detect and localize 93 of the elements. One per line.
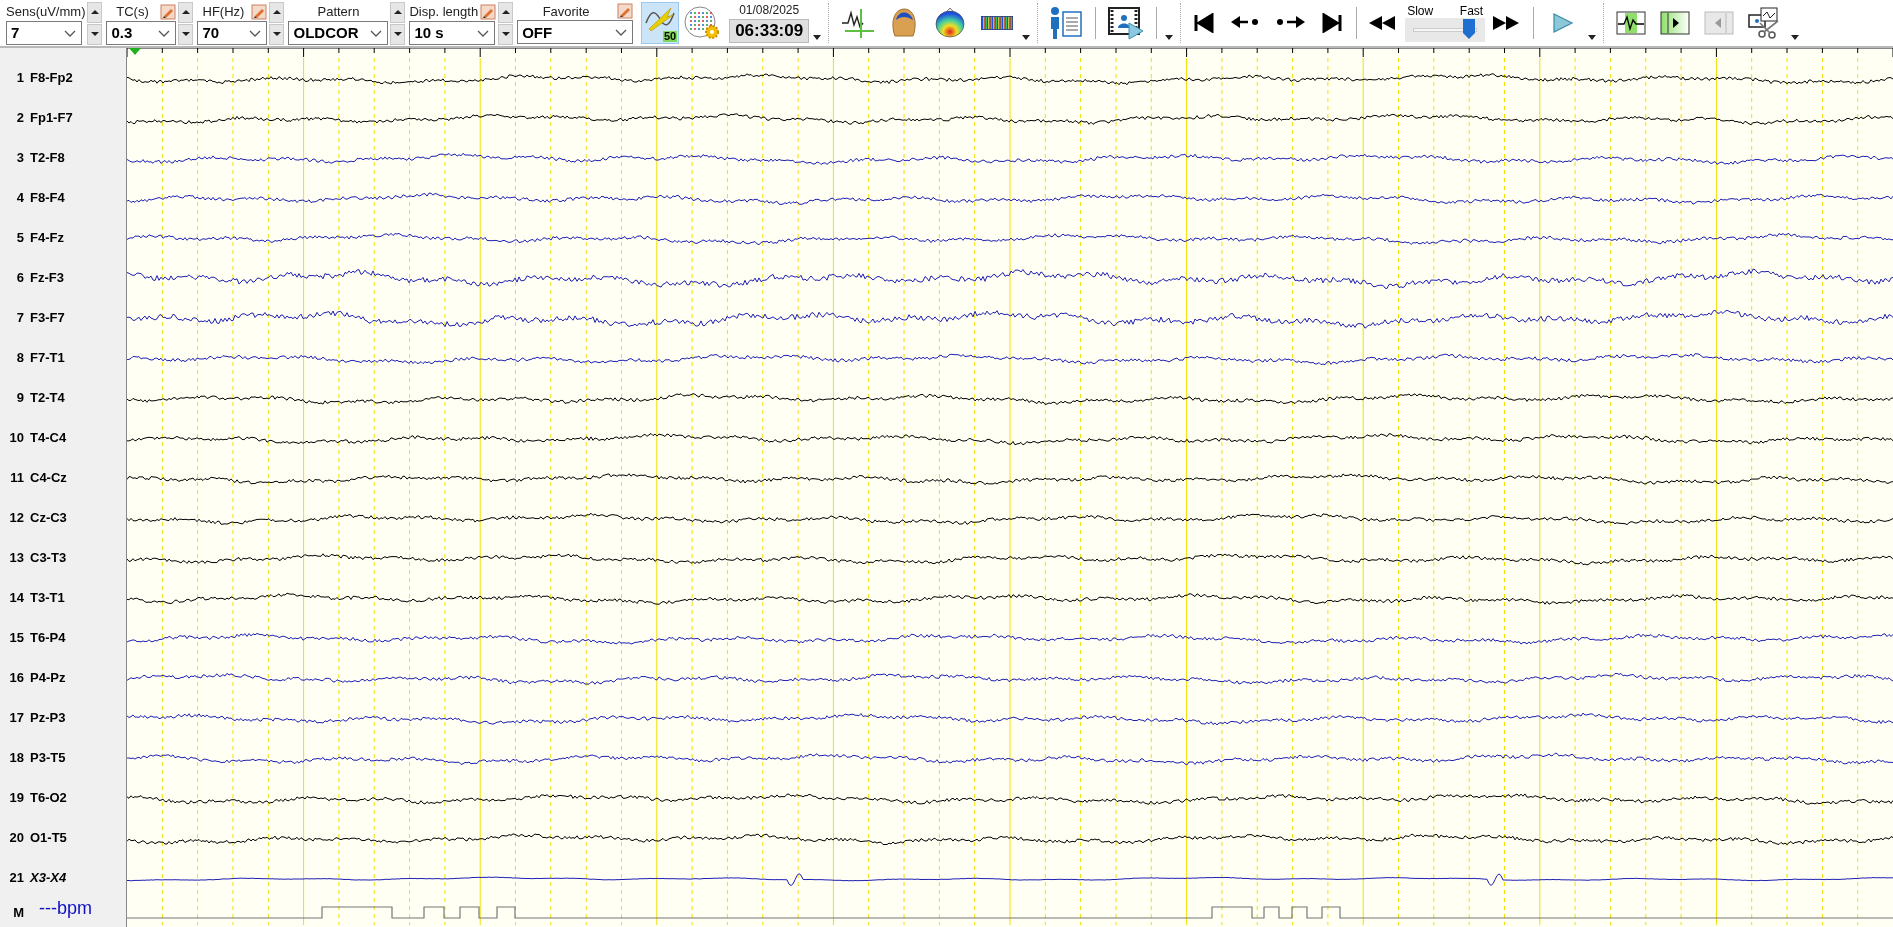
channel-number: 14 xyxy=(8,589,25,608)
dropdown-arrow-icon[interactable] xyxy=(1165,35,1174,40)
waveform-cursor-icon[interactable] xyxy=(841,7,876,39)
spectrogram-icon[interactable] xyxy=(981,16,1014,30)
notch-filter-button[interactable]: 50 xyxy=(641,2,680,44)
channel-name: P3-T5 xyxy=(29,749,66,768)
spin-down-button[interactable] xyxy=(178,23,194,45)
dropdown-field[interactable]: 0.3 xyxy=(106,20,177,45)
channel-name: F8-Fp2 xyxy=(29,69,73,88)
channel-name: Fz-F3 xyxy=(29,269,64,288)
channel-name: C3-T3 xyxy=(29,549,67,568)
dropdown-field[interactable]: 7 xyxy=(6,20,82,45)
spin-down-button[interactable] xyxy=(498,23,514,45)
dropdown-arrow-icon[interactable] xyxy=(1588,35,1597,40)
skip-to-end-icon[interactable] xyxy=(1322,13,1343,33)
waveform-window-icon[interactable] xyxy=(1616,11,1647,35)
channel-number: 13 xyxy=(8,549,25,568)
spin-down-button[interactable] xyxy=(87,23,103,45)
channel-name: P4-Pz xyxy=(29,669,66,688)
channel-number: 15 xyxy=(8,629,25,648)
channel-number: 10 xyxy=(8,429,25,448)
channel-number: 9 xyxy=(15,389,25,408)
spin-up-button[interactable] xyxy=(498,1,514,23)
channel-name: T2-F8 xyxy=(29,149,65,168)
channel-number: 12 xyxy=(8,509,25,528)
page-forward-icon[interactable] xyxy=(1660,11,1691,35)
channel-number: 16 xyxy=(8,669,25,688)
dropdown-field[interactable]: OFF xyxy=(517,20,634,44)
dropdown-arrow-icon[interactable] xyxy=(1022,35,1031,40)
channel-number: 1 xyxy=(15,69,25,88)
channel-name: F4-Fz xyxy=(29,229,64,248)
slider-thumb[interactable] xyxy=(1463,18,1475,39)
channel-number: 7 xyxy=(15,309,25,328)
dropdown-field[interactable]: 10 s xyxy=(409,20,496,45)
skip-to-start-icon[interactable] xyxy=(1194,13,1215,33)
control-label: Favorite xyxy=(542,4,590,18)
control-label: TC(s) xyxy=(116,5,149,18)
channel-name: Fp1-F7 xyxy=(29,109,73,128)
time-display: 06:33:09 xyxy=(729,18,810,43)
spin-up-button[interactable] xyxy=(390,1,406,23)
electrode-settings-icon[interactable] xyxy=(683,5,722,41)
dropdown-field[interactable]: OLDCOR xyxy=(288,20,389,45)
dropdown-field[interactable]: 70 xyxy=(197,20,268,45)
control-label: Sens(uV/mm) xyxy=(6,5,86,18)
channel-name: X3-X4 xyxy=(28,869,67,888)
channel-number: 3 xyxy=(15,149,25,168)
speed-slider[interactable] xyxy=(1405,17,1486,42)
spin-down-button[interactable] xyxy=(390,23,406,45)
video-icon[interactable] xyxy=(1107,6,1146,40)
channel-name: O1-T5 xyxy=(29,829,67,848)
channel-number: 21 xyxy=(8,869,25,888)
control-label: Disp. length xyxy=(409,5,479,18)
speed-slow-label: Slow xyxy=(1407,4,1434,17)
channel-name: F3-F7 xyxy=(29,309,65,328)
heart-rate-text: ---bpm xyxy=(38,898,92,917)
spin-up-button[interactable] xyxy=(178,1,194,23)
lightning-wave-icon xyxy=(643,5,678,31)
date-text: 01/08/2025 xyxy=(739,3,800,16)
patient-info-icon[interactable] xyxy=(1048,6,1085,40)
channel-number: 18 xyxy=(8,749,25,768)
page-back-icon[interactable] xyxy=(1704,11,1735,35)
speed-fast-label: Fast xyxy=(1459,4,1484,17)
channel-name: F7-T1 xyxy=(29,349,65,368)
channel-number: 2 xyxy=(15,109,25,128)
channel-name: Pz-P3 xyxy=(29,709,66,728)
channel-number: 8 xyxy=(15,349,25,368)
channel-name: C4-Cz xyxy=(29,469,67,488)
dropdown-arrow-icon[interactable] xyxy=(813,35,822,40)
channel-number: 20 xyxy=(8,829,25,848)
channel-name: Cz-C3 xyxy=(29,509,67,528)
topographic-map-icon[interactable] xyxy=(933,7,968,39)
spin-up-button[interactable] xyxy=(87,1,103,23)
channel-number: 4 xyxy=(15,189,25,208)
spin-down-button[interactable] xyxy=(269,23,285,45)
channel-name: T6-P4 xyxy=(29,629,66,648)
channel-number: 17 xyxy=(8,709,25,728)
control-label: HF(Hz) xyxy=(202,5,245,18)
channel-name: F8-F4 xyxy=(29,189,65,208)
channel-name: T2-T4 xyxy=(29,389,65,408)
dropdown-arrow-icon[interactable] xyxy=(1791,35,1800,40)
rewind-icon[interactable] xyxy=(1369,16,1398,30)
channel-number: 19 xyxy=(8,789,25,808)
channel-name: T3-T1 xyxy=(29,589,65,608)
control-label: Pattern xyxy=(317,5,360,18)
channel-name: T4-C4 xyxy=(29,429,67,448)
play-icon[interactable] xyxy=(1552,12,1575,34)
channel-number: 11 xyxy=(9,469,25,488)
edit-pencil-icon[interactable] xyxy=(617,3,634,19)
spin-up-button[interactable] xyxy=(269,1,285,23)
marker-row-label: M xyxy=(12,904,25,922)
channel-name: T6-O2 xyxy=(29,789,67,808)
channel-number: 5 xyxy=(15,229,25,248)
channel-number: 6 xyxy=(15,269,25,288)
